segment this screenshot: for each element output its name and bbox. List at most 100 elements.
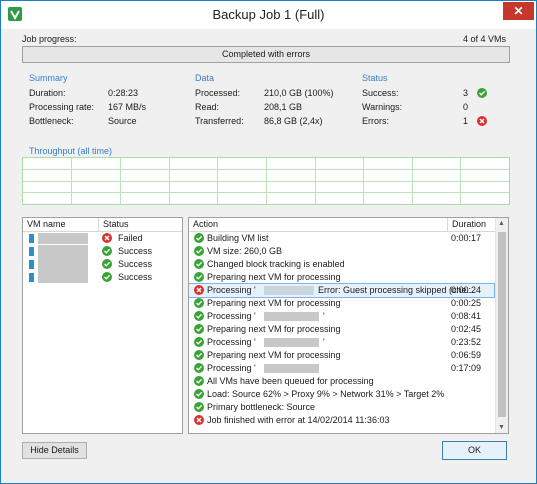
action-text: Changed block tracking is enabled [207, 259, 345, 269]
action-text: Processing ' [207, 363, 256, 373]
vm-row[interactable]: Success [23, 258, 182, 271]
vm-icon [29, 273, 34, 282]
ok-button[interactable]: OK [442, 441, 507, 460]
action-duration: 0:08:41 [451, 311, 482, 321]
processing-rate-label: Processing rate: [29, 102, 95, 112]
redacted-vm-name [38, 271, 88, 283]
vm-row[interactable]: Success [23, 271, 182, 284]
action-row[interactable]: Load: Source 62% > Proxy 9% > Network 31… [189, 388, 495, 401]
error-icon [194, 415, 204, 425]
action-duration: 0:00:24 [451, 285, 482, 295]
success-icon [194, 376, 204, 386]
action-text: Building VM list [207, 233, 269, 243]
action-row[interactable]: VM size: 260,0 GB [189, 245, 495, 258]
vm-status-text: Success [118, 246, 153, 256]
bottleneck-value: Source [108, 116, 137, 126]
vm-status-text: Failed [118, 233, 143, 243]
scrollbar-thumb[interactable] [498, 232, 506, 417]
success-icon [194, 337, 204, 347]
action-text: Preparing next VM for processing [207, 298, 341, 308]
action-row-selected[interactable]: Processing ' Error: Guest processing ski… [189, 283, 495, 298]
bottleneck-label: Bottleneck: [29, 116, 74, 126]
action-text: VM size: 260,0 GB [207, 246, 283, 256]
action-row[interactable]: Processing ' ' 0:08:41 [189, 310, 495, 323]
redacted-vm-name [38, 258, 88, 271]
vm-row[interactable]: Failed [23, 232, 182, 245]
vm-row[interactable]: Success [23, 245, 182, 258]
job-progress-bar: Completed with errors [22, 46, 510, 63]
action-text: Processing ' [207, 311, 256, 321]
warnings-label: Warnings: [362, 102, 403, 112]
window-title: Backup Job 1 (Full) [212, 7, 325, 22]
duration-label: Duration: [29, 88, 66, 98]
success-icon [194, 298, 204, 308]
success-label: Success: [362, 88, 399, 98]
action-row[interactable]: Building VM list 0:00:17 [189, 232, 495, 245]
action-text: All VMs have been queued for processing [207, 376, 374, 386]
success-icon [194, 272, 204, 282]
action-text-detail: ' [323, 311, 325, 321]
redacted-vm-name [264, 312, 319, 321]
action-row[interactable]: Job finished with error at 14/02/2014 11… [189, 414, 495, 427]
success-icon [102, 272, 112, 282]
action-duration: 0:00:25 [451, 298, 482, 308]
success-icon [194, 402, 204, 412]
vm-name-column-header[interactable]: VM name [23, 218, 99, 231]
vm-count: 4 of 4 VMs [462, 34, 506, 44]
action-text-detail: ' [323, 337, 325, 347]
action-row[interactable]: All VMs have been queued for processing [189, 375, 495, 388]
vm-status-text: Success [118, 259, 153, 269]
error-icon [194, 285, 204, 295]
action-text: Processing ' [207, 337, 256, 347]
action-text: Primary bottleneck: Source [207, 402, 316, 412]
action-duration: 0:23:52 [451, 337, 482, 347]
summary-group-title: Summary [29, 73, 68, 83]
action-column-header[interactable]: Action [189, 218, 448, 231]
action-row[interactable]: Processing ' ' 0:23:52 [189, 336, 495, 349]
action-row[interactable]: Changed block tracking is enabled [189, 258, 495, 271]
title-bar: Backup Job 1 (Full) ✕ [1, 1, 536, 29]
action-text: Processing ' [207, 285, 256, 295]
duration-column-header[interactable]: Duration [448, 218, 495, 231]
job-progress-label: Job progress: [22, 34, 77, 44]
action-row[interactable]: Preparing next VM for processing 0:02:45 [189, 323, 495, 336]
action-duration: 0:00:17 [451, 233, 482, 243]
scroll-down-arrow-icon[interactable]: ▼ [498, 424, 505, 431]
success-icon [194, 389, 204, 399]
success-icon [194, 233, 204, 243]
processed-value: 210,0 GB (100%) [264, 88, 334, 98]
processed-label: Processed: [195, 88, 241, 98]
action-row[interactable]: Preparing next VM for processing 0:06:59 [189, 349, 495, 362]
redacted-vm-name [38, 233, 88, 244]
duration-value: 0:28:23 [108, 88, 139, 98]
success-icon [102, 259, 112, 269]
vm-status-text: Success [118, 272, 153, 282]
redacted-vm-name [264, 364, 319, 373]
action-row[interactable]: Preparing next VM for processing [189, 271, 495, 284]
success-icon [102, 246, 112, 256]
hide-details-button[interactable]: Hide Details [22, 442, 87, 459]
scroll-up-arrow-icon[interactable]: ▲ [498, 220, 505, 227]
error-icon [102, 233, 112, 243]
action-row[interactable]: Preparing next VM for processing 0:00:25 [189, 297, 495, 310]
vm-icon [29, 247, 34, 256]
backup-job-window: Backup Job 1 (Full) ✕ Job progress: 4 of… [0, 0, 537, 484]
read-value: 208,1 GB [264, 102, 303, 112]
action-row[interactable]: Processing ' 0:17:09 [189, 362, 495, 375]
throughput-title: Throughput (all time) [29, 146, 113, 156]
warnings-count: 0 [463, 102, 469, 112]
success-icon [477, 88, 487, 98]
action-duration: 0:06:59 [451, 350, 482, 360]
redacted-vm-name [264, 338, 319, 347]
processing-rate-value: 167 MB/s [108, 102, 147, 112]
action-text: Job finished with error at 14/02/2014 11… [207, 415, 390, 425]
vm-status-column-header[interactable]: Status [99, 218, 182, 231]
action-text: Preparing next VM for processing [207, 350, 341, 360]
action-duration: 0:02:45 [451, 324, 482, 334]
close-button[interactable]: ✕ [503, 2, 534, 20]
transferred-label: Transferred: [195, 116, 244, 126]
success-icon [194, 324, 204, 334]
action-row[interactable]: Primary bottleneck: Source [189, 401, 495, 414]
vm-icon [29, 234, 34, 243]
action-log-scrollbar[interactable]: ▲ ▼ [495, 218, 508, 433]
